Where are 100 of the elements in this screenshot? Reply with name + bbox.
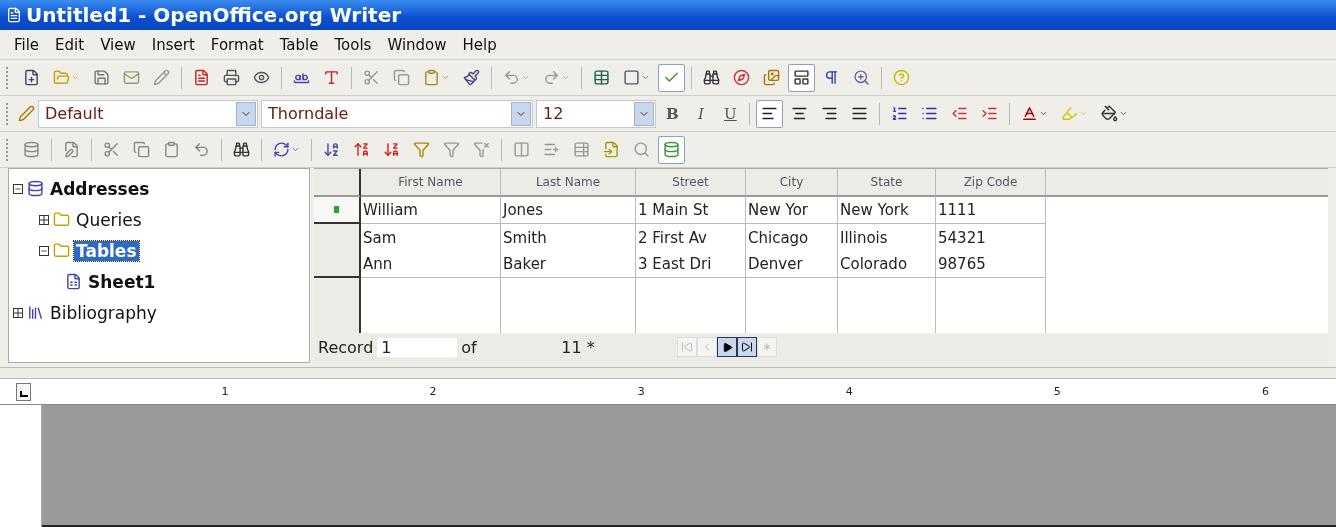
database-icon	[27, 304, 44, 321]
explorer-button[interactable]	[658, 135, 685, 164]
ruler-number: 1	[220, 385, 230, 398]
printer-icon	[223, 69, 240, 86]
tree-item[interactable]: Bibliography	[48, 302, 159, 323]
row-header[interactable]	[314, 197, 361, 224]
caret-icon	[561, 73, 570, 82]
table-cell: Baker	[501, 251, 636, 278]
column-header[interactable]: State	[838, 169, 936, 197]
collapse-icon[interactable]	[13, 183, 23, 194]
caret-icon	[291, 145, 300, 154]
menu-item[interactable]: Insert	[145, 33, 201, 56]
styles-icon[interactable]	[18, 105, 35, 122]
tree-item[interactable]: Queries	[74, 209, 144, 230]
help-icon	[893, 69, 910, 86]
pdf-icon	[193, 69, 210, 86]
table-cell: 3 East Dri	[636, 251, 746, 278]
corner-cell	[314, 169, 361, 197]
table-cell: Smith	[501, 224, 636, 251]
document-icon	[6, 7, 22, 23]
copy-icon	[133, 141, 150, 158]
table-cell: New Yor	[746, 197, 838, 224]
align-right-icon	[821, 105, 838, 122]
paintbrush-icon	[463, 69, 480, 86]
table-cell: Ann	[361, 251, 501, 278]
column-header[interactable]: Last Name	[501, 169, 636, 197]
scissors-icon	[103, 141, 120, 158]
list-icon	[543, 141, 560, 158]
record-label: Record	[317, 337, 375, 357]
tree-item[interactable]: Tables	[74, 240, 139, 261]
search-icon	[633, 141, 650, 158]
ruler-number: 4	[844, 385, 854, 398]
tab-stop-icon	[20, 390, 28, 397]
style-dropdown[interactable]: Default	[38, 99, 258, 128]
next-record-button[interactable]	[717, 337, 738, 357]
table-cell: Chicago	[746, 224, 838, 251]
menu-item[interactable]: View	[94, 33, 142, 56]
table-cell: 1111	[936, 197, 1046, 224]
menu-item[interactable]: Edit	[49, 33, 91, 56]
increase-indent-icon	[981, 105, 998, 122]
tree-item[interactable]: Sheet1	[86, 271, 158, 292]
folder-icon	[53, 242, 70, 259]
collapse-icon[interactable]	[39, 245, 49, 256]
window-title: Untitled1 - OpenOffice.org Writer	[26, 3, 402, 27]
previous-record-button[interactable]	[697, 337, 718, 357]
column-header[interactable]: Street	[636, 169, 746, 197]
justify-icon	[851, 105, 868, 122]
sort-descending-icon	[383, 141, 400, 158]
menu-item[interactable]: Tools	[328, 33, 378, 56]
caret-icon	[641, 73, 650, 82]
record-count: 11 *	[560, 337, 596, 357]
underline-button[interactable]: U	[717, 99, 743, 128]
numbered-list-icon	[891, 105, 908, 122]
data-sources-button[interactable]	[788, 63, 815, 92]
tree-item[interactable]: Addresses	[48, 178, 152, 199]
last-icon	[741, 341, 754, 353]
table-cell: Denver	[746, 251, 838, 278]
tab-stop-button[interactable]	[16, 382, 32, 401]
ruler-number: 3	[636, 385, 646, 398]
record-field[interactable]: 1	[377, 337, 458, 357]
align-left-button[interactable]	[756, 99, 783, 128]
check-button[interactable]	[658, 63, 685, 92]
menu-item[interactable]: Table	[273, 33, 325, 56]
preview-icon	[253, 69, 270, 86]
caret-icon	[1079, 109, 1088, 118]
column-header[interactable]: Zip Code	[936, 169, 1046, 197]
envelope-icon	[123, 69, 140, 86]
database-icon	[27, 180, 44, 197]
expand-icon[interactable]	[39, 214, 49, 225]
align-center-icon	[791, 105, 808, 122]
new-document-icon	[23, 69, 40, 86]
align-left-icon	[761, 105, 778, 122]
column-header[interactable]: First Name	[361, 169, 501, 197]
expand-icon[interactable]	[13, 307, 23, 318]
font-size-dropdown[interactable]: 12	[536, 99, 656, 128]
save-icon	[93, 69, 110, 86]
clipboard-icon	[163, 141, 180, 158]
caret-icon	[441, 73, 450, 82]
column-header[interactable]: City	[746, 169, 838, 197]
menu-item[interactable]: Help	[456, 33, 503, 56]
zoom-icon	[853, 69, 870, 86]
menu-item[interactable]: Window	[381, 33, 453, 56]
table-icon	[573, 141, 590, 158]
table-cell: Jones	[501, 197, 636, 224]
menu-item[interactable]: File	[8, 33, 46, 56]
table-cell: 54321	[936, 224, 1046, 251]
table-cell: 2 First Av	[636, 224, 746, 251]
bullet-list-icon	[921, 105, 938, 122]
font-color-icon	[1021, 105, 1038, 122]
font-dropdown[interactable]: Thorndale	[261, 99, 533, 128]
undo-icon	[503, 69, 520, 86]
bold-button[interactable]: B	[659, 99, 685, 128]
italic-button[interactable]: I	[688, 99, 714, 128]
last-record-button[interactable]	[737, 337, 758, 357]
copy-icon	[393, 69, 410, 86]
standard-filter-icon	[443, 141, 460, 158]
database-icon	[23, 141, 40, 158]
first-icon	[681, 341, 694, 353]
folder-icon	[53, 211, 70, 228]
menu-item[interactable]: Format	[204, 33, 270, 56]
